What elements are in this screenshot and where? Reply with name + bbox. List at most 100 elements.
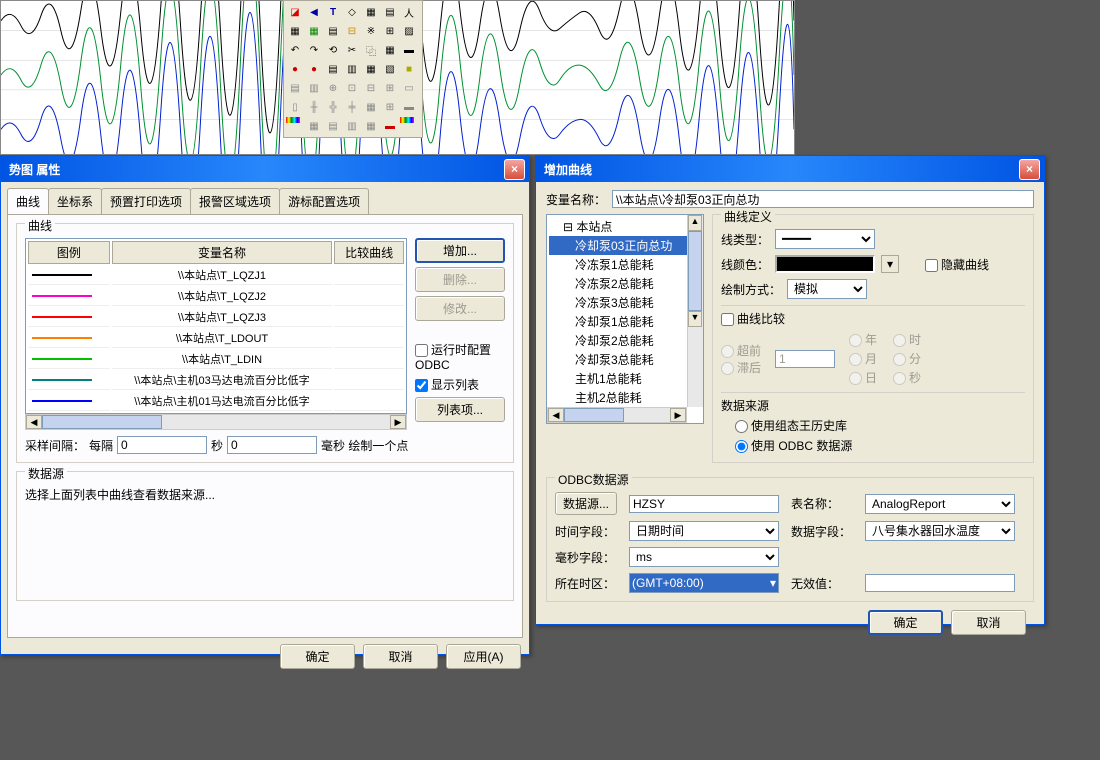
h-scrollbar[interactable]: ◀ ▶ <box>25 414 407 430</box>
tool-icon[interactable] <box>286 117 300 123</box>
tool-icon[interactable]: ▤ <box>381 3 399 21</box>
tool-text-icon[interactable]: T <box>324 3 342 21</box>
close-icon[interactable]: × <box>504 159 525 180</box>
msfield-select[interactable]: ms <box>629 547 779 567</box>
tool-icon[interactable]: ▤ <box>286 79 304 97</box>
tool-icon[interactable]: ▥ <box>343 60 361 78</box>
tool-icon[interactable]: ⊞ <box>381 79 399 97</box>
tool-icon[interactable]: ⊕ <box>324 79 342 97</box>
table-row[interactable]: \\本站点\T_LQZJ1 <box>28 266 404 285</box>
scroll-right-icon[interactable]: ▶ <box>670 408 686 422</box>
showlist-checkbox[interactable]: 显示列表 <box>415 376 505 393</box>
compare-checkbox[interactable]: 曲线比较 <box>721 312 785 326</box>
tool-icon[interactable]: ▦ <box>286 22 304 40</box>
tool-icon[interactable]: ╫ <box>305 98 323 116</box>
curve-table[interactable]: 图例 变量名称 比较曲线 \\本站点\T_LQZJ1\\本站点\T_LQZJ2\… <box>25 238 407 414</box>
table-row[interactable]: \\本站点\主机03马达电流百分比低字 <box>28 371 404 390</box>
tool-icon[interactable]: ╪ <box>343 98 361 116</box>
tree-item[interactable]: 主机2总能耗 <box>549 388 701 407</box>
delete-button[interactable]: 删除... <box>415 267 505 292</box>
add-button[interactable]: 增加... <box>415 238 505 263</box>
tool-icon[interactable]: ▬ <box>400 41 418 59</box>
tool-icon[interactable]: ⊟ <box>343 22 361 40</box>
variable-tree[interactable]: 本站点 冷却泵03正向总功冷冻泵1总能耗冷冻泵2总能耗冷冻泵3总能耗冷却泵1总能… <box>546 214 704 424</box>
tool-undo-icon[interactable]: ↶ <box>286 41 304 59</box>
tz-select[interactable]: (GMT+08:00)▾ <box>629 573 779 593</box>
close-icon[interactable]: × <box>1019 159 1040 180</box>
tool-icon[interactable]: ▥ <box>343 117 361 135</box>
tool-icon[interactable]: ● <box>305 60 323 78</box>
tool-icon[interactable]: ▦ <box>362 98 380 116</box>
tool-icon[interactable]: ▦ <box>381 41 399 59</box>
datasource-button[interactable]: 数据源... <box>555 492 617 515</box>
src-odbc-radio[interactable]: 使用 ODBC 数据源 <box>735 437 1025 454</box>
tool-copy-icon[interactable]: ⿻ <box>362 41 380 59</box>
tree-root[interactable]: 本站点 <box>549 217 701 236</box>
odbc-checkbox[interactable]: 运行时配置ODBC <box>415 341 505 372</box>
datafield-select[interactable]: 八号集水器回水温度 <box>865 521 1015 541</box>
hide-checkbox[interactable]: 隐藏曲线 <box>925 256 989 273</box>
tree-item[interactable]: 冷冻泵1总能耗 <box>549 255 701 274</box>
tool-icon[interactable]: ■ <box>400 60 418 78</box>
tool-icon[interactable]: ⊞ <box>381 22 399 40</box>
datasource-input[interactable] <box>629 495 779 513</box>
apply-button[interactable]: 应用(A) <box>446 644 521 669</box>
tool-icon[interactable]: ▦ <box>305 117 323 135</box>
col-varname[interactable]: 变量名称 <box>112 241 332 264</box>
scroll-left-icon[interactable]: ◀ <box>26 415 42 429</box>
scroll-thumb[interactable] <box>42 415 162 429</box>
linetype-select[interactable]: ━━━━ <box>775 229 875 249</box>
tree-item[interactable]: 冷冻泵2总能耗 <box>549 274 701 293</box>
tab-curve[interactable]: 曲线 <box>7 188 49 214</box>
chevron-down-icon[interactable]: ▾ <box>881 255 899 273</box>
timefield-select[interactable]: 日期时间 <box>629 521 779 541</box>
src-hist-radio[interactable]: 使用组态王历史库 <box>735 417 1025 434</box>
tool-icon[interactable]: ▤ <box>324 22 342 40</box>
table-row[interactable]: \\本站点\T_LQZJ2 <box>28 287 404 306</box>
tool-icon[interactable]: ▧ <box>381 60 399 78</box>
tool-icon[interactable]: ▭ <box>400 79 418 97</box>
tool-icon[interactable]: ▤ <box>324 117 342 135</box>
tree-item[interactable]: 冷却泵3总能耗 <box>549 350 701 369</box>
tool-person-icon[interactable]: 人 <box>400 3 418 21</box>
modify-button[interactable]: 修改... <box>415 296 505 321</box>
tool-icon[interactable]: ▥ <box>305 79 323 97</box>
scroll-thumb[interactable] <box>688 231 702 311</box>
tool-icon[interactable]: ⊞ <box>381 98 399 116</box>
tool-icon[interactable]: ▦ <box>305 22 323 40</box>
tool-cut-icon[interactable]: ✂ <box>343 41 361 59</box>
tool-icon[interactable]: ╬ <box>324 98 342 116</box>
interval-input[interactable] <box>117 436 207 454</box>
titlebar[interactable]: 增加曲线 × <box>536 156 1044 182</box>
tool-icon[interactable]: ◇ <box>343 3 361 21</box>
scroll-right-icon[interactable]: ▶ <box>390 415 406 429</box>
tool-icon[interactable]: ▬ <box>381 117 399 135</box>
cancel-button[interactable]: 取消 <box>363 644 438 669</box>
tool-icon[interactable]: ▦ <box>362 117 380 135</box>
tab-alarm[interactable]: 报警区域选项 <box>190 188 280 214</box>
tool-icon[interactable]: ⊡ <box>343 79 361 97</box>
tool-icon[interactable]: ▬ <box>400 98 418 116</box>
col-compare[interactable]: 比较曲线 <box>334 241 404 264</box>
table-row[interactable]: \\本站点\T_LDOUT <box>28 329 404 348</box>
table-select[interactable]: AnalogReport <box>865 494 1015 514</box>
table-row[interactable]: \\本站点\T_LDIN <box>28 350 404 369</box>
table-row[interactable]: \\本站点\T_LQZJ3 <box>28 308 404 327</box>
scroll-thumb[interactable] <box>564 408 624 422</box>
tree-item[interactable]: 冷却泵1总能耗 <box>549 312 701 331</box>
tool-icon[interactable]: ◪ <box>286 3 304 21</box>
tab-cursor[interactable]: 游标配置选项 <box>279 188 369 214</box>
tree-item[interactable]: 主机1总能耗 <box>549 369 701 388</box>
cancel-button[interactable]: 取消 <box>951 610 1026 635</box>
h-scrollbar[interactable]: ◀ ▶ <box>547 407 687 423</box>
tool-redo-icon[interactable]: ↷ <box>305 41 323 59</box>
tool-icon[interactable] <box>400 117 414 123</box>
tab-print[interactable]: 预置打印选项 <box>101 188 191 214</box>
color-swatch[interactable] <box>775 255 875 273</box>
tree-item[interactable]: 冷却泵2总能耗 <box>549 331 701 350</box>
interval2-input[interactable] <box>227 436 317 454</box>
tree-item[interactable]: 冷冻泵3总能耗 <box>549 293 701 312</box>
listopt-button[interactable]: 列表项... <box>415 397 505 422</box>
v-scrollbar[interactable]: ▲ ▼ <box>687 215 703 407</box>
scroll-up-icon[interactable]: ▲ <box>688 215 702 231</box>
